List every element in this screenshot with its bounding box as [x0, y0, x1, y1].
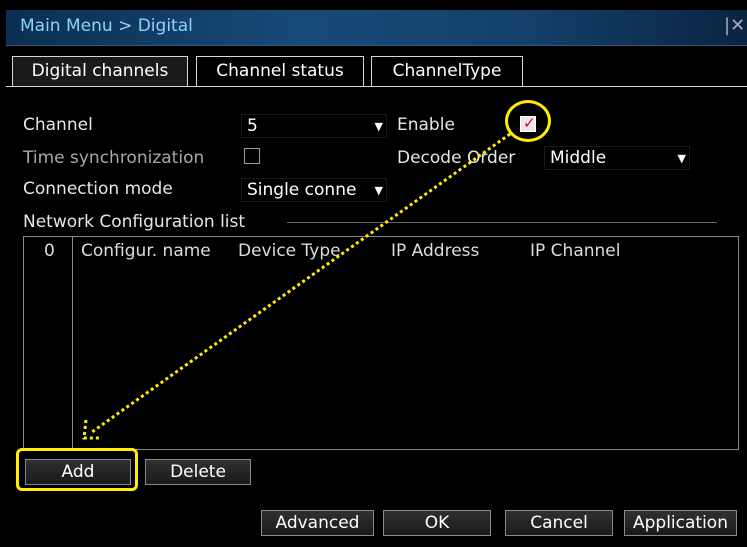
advanced-button[interactable]: Advanced: [261, 510, 374, 536]
ok-button[interactable]: OK: [383, 510, 491, 536]
application-button[interactable]: Application: [624, 510, 737, 536]
highlight-box: [16, 448, 138, 491]
cancel-button[interactable]: Cancel: [505, 510, 613, 536]
arrow-line: [91, 132, 511, 434]
delete-button[interactable]: Delete: [145, 459, 251, 485]
arrow-head: [82, 419, 102, 440]
